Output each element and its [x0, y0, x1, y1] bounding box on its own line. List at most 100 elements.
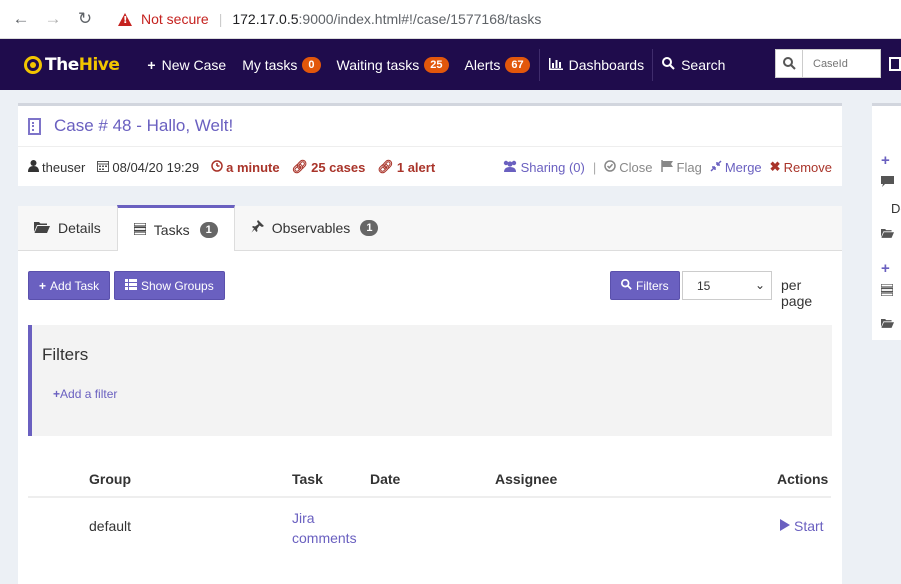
dashboards-label: Dashboards	[568, 56, 645, 73]
caseid-input[interactable]	[803, 51, 878, 76]
add-filter-link[interactable]: +Add a filter	[53, 387, 117, 401]
flag-button[interactable]: Flag	[660, 159, 702, 175]
merge-label: Merge	[724, 159, 762, 175]
compress-icon	[710, 159, 722, 175]
actions-divider: |	[592, 159, 597, 175]
start-task-button[interactable]: Start	[780, 518, 824, 534]
clock-icon	[211, 159, 223, 175]
case-age-value: a minute	[226, 159, 280, 175]
plus-icon: +	[39, 278, 47, 293]
sharing-button[interactable]: Sharing (0)	[502, 160, 585, 175]
link-icon: 🔗︎	[291, 159, 309, 174]
forward-arrow-icon[interactable]: →	[42, 8, 64, 30]
case-tabs: Details Tasks 1 Observables 1	[18, 205, 842, 251]
table-header: Group Task Date Assignee Actions	[28, 464, 831, 498]
related-alerts-link[interactable]: 🔗︎ 1 alert	[377, 159, 435, 175]
comment-icon	[881, 176, 894, 190]
search-icon	[782, 57, 796, 70]
folder-open-icon	[34, 220, 50, 236]
tab-tasks[interactable]: Tasks 1	[116, 205, 235, 251]
reload-icon[interactable]: ↻	[74, 8, 96, 30]
building-icon	[28, 117, 41, 135]
page-size-value: 15	[697, 278, 711, 293]
alerts-label: Alerts	[464, 56, 501, 73]
flag-label: Flag	[676, 159, 702, 175]
user-icon	[28, 159, 39, 175]
case-tabs-panel: Details Tasks 1 Observables 1 + Add Task…	[18, 205, 842, 584]
case-header-panel: Case # 48 - Hallo, Welt! theuser 08/04/2…	[18, 103, 842, 186]
search-icon	[662, 56, 675, 73]
bee-logo-icon	[24, 55, 42, 74]
my-tasks-label: My tasks	[242, 56, 298, 73]
times-icon: ✖	[769, 159, 781, 174]
play-icon	[780, 518, 790, 534]
side-panel-text: De	[891, 201, 901, 216]
filters-panel: Filters +Add a filter	[28, 325, 832, 436]
plus-icon: +	[53, 387, 61, 401]
filters-button[interactable]: Filters	[610, 271, 680, 300]
filters-label: Filters	[636, 278, 669, 293]
navbar-divider	[538, 48, 540, 81]
new-case-button[interactable]: + New Case	[147, 57, 226, 73]
page-size-select[interactable]: 15 ⌄	[682, 271, 772, 300]
tab-details[interactable]: Details	[18, 206, 117, 250]
caseid-search-button[interactable]	[776, 50, 803, 77]
column-header-date[interactable]: Date	[370, 471, 400, 487]
remove-label: Remove	[783, 159, 832, 175]
start-label: Start	[794, 518, 824, 534]
not-secure-label: Not secure	[141, 11, 209, 27]
plus-icon[interactable]: +	[881, 152, 890, 169]
search-icon	[621, 278, 632, 293]
table-row: default Jira comments Start	[28, 498, 831, 554]
task-title-line2: comments	[292, 530, 357, 546]
document-icon[interactable]	[889, 57, 901, 71]
column-header-actions: Actions	[777, 471, 829, 487]
case-meta-row: theuser 08/04/20 19:29 a minute 🔗︎ 25 ca…	[18, 147, 842, 187]
list-icon	[125, 278, 137, 293]
case-age: a minute	[211, 159, 280, 175]
column-header-assignee[interactable]: Assignee	[495, 471, 557, 487]
plus-icon[interactable]: +	[881, 260, 890, 277]
related-cases-link[interactable]: 🔗︎ 25 cases	[292, 159, 366, 175]
case-title: Case # 48 - Hallo, Welt!	[54, 116, 234, 135]
case-date: 08/04/20 19:29	[97, 160, 199, 175]
my-tasks-link[interactable]: My tasks 0	[242, 56, 321, 73]
case-actions: Sharing (0) | Close Flag Merge ✖ Remove	[494, 147, 832, 187]
thumbtack-icon	[251, 220, 264, 236]
waiting-tasks-label: Waiting tasks	[336, 56, 420, 73]
tab-observables-count: 1	[360, 220, 379, 236]
waiting-tasks-link[interactable]: Waiting tasks 25	[336, 56, 449, 73]
brand-logo[interactable]: TheHive	[24, 55, 120, 75]
chevron-down-icon: ⌄	[754, 278, 765, 292]
close-label: Close	[619, 159, 653, 175]
alerts-link[interactable]: Alerts 67	[464, 56, 530, 73]
column-header-group[interactable]: Group	[89, 471, 131, 487]
back-arrow-icon[interactable]: ←	[10, 8, 32, 30]
merge-button[interactable]: Merge	[710, 160, 762, 175]
tab-tasks-label: Tasks	[153, 221, 190, 238]
sharing-label: Sharing (0)	[520, 159, 585, 175]
tasks-table: Group Task Date Assignee Actions default…	[28, 464, 831, 554]
flag-icon	[660, 159, 674, 175]
folder-open-icon	[881, 317, 894, 331]
navbar-divider	[652, 48, 654, 81]
url-host: 172.17.0.5	[232, 11, 299, 27]
tab-tasks-count: 1	[199, 221, 218, 238]
caseid-search	[775, 49, 881, 78]
add-task-label: Add Task	[50, 278, 100, 293]
show-groups-button[interactable]: Show Groups	[114, 271, 225, 300]
column-header-task[interactable]: Task	[292, 471, 323, 487]
close-case-button[interactable]: Close	[604, 159, 653, 175]
task-title-link[interactable]: Jira comments	[292, 508, 357, 548]
filters-title: Filters	[42, 345, 89, 364]
dashboards-link[interactable]: Dashboards	[548, 56, 645, 73]
side-panel: + De +	[872, 103, 901, 340]
remove-button[interactable]: ✖ Remove	[770, 159, 832, 175]
search-link[interactable]: Search	[662, 56, 725, 73]
tab-observables[interactable]: Observables 1	[235, 206, 395, 250]
address-bar[interactable]: Not secure | 172.17.0.5:9000/index.html#…	[118, 11, 541, 27]
waiting-tasks-count-badge: 25	[424, 56, 449, 73]
case-owner: theuser	[28, 159, 85, 175]
folder-open-icon	[881, 227, 894, 241]
add-task-button[interactable]: + Add Task	[28, 271, 111, 300]
